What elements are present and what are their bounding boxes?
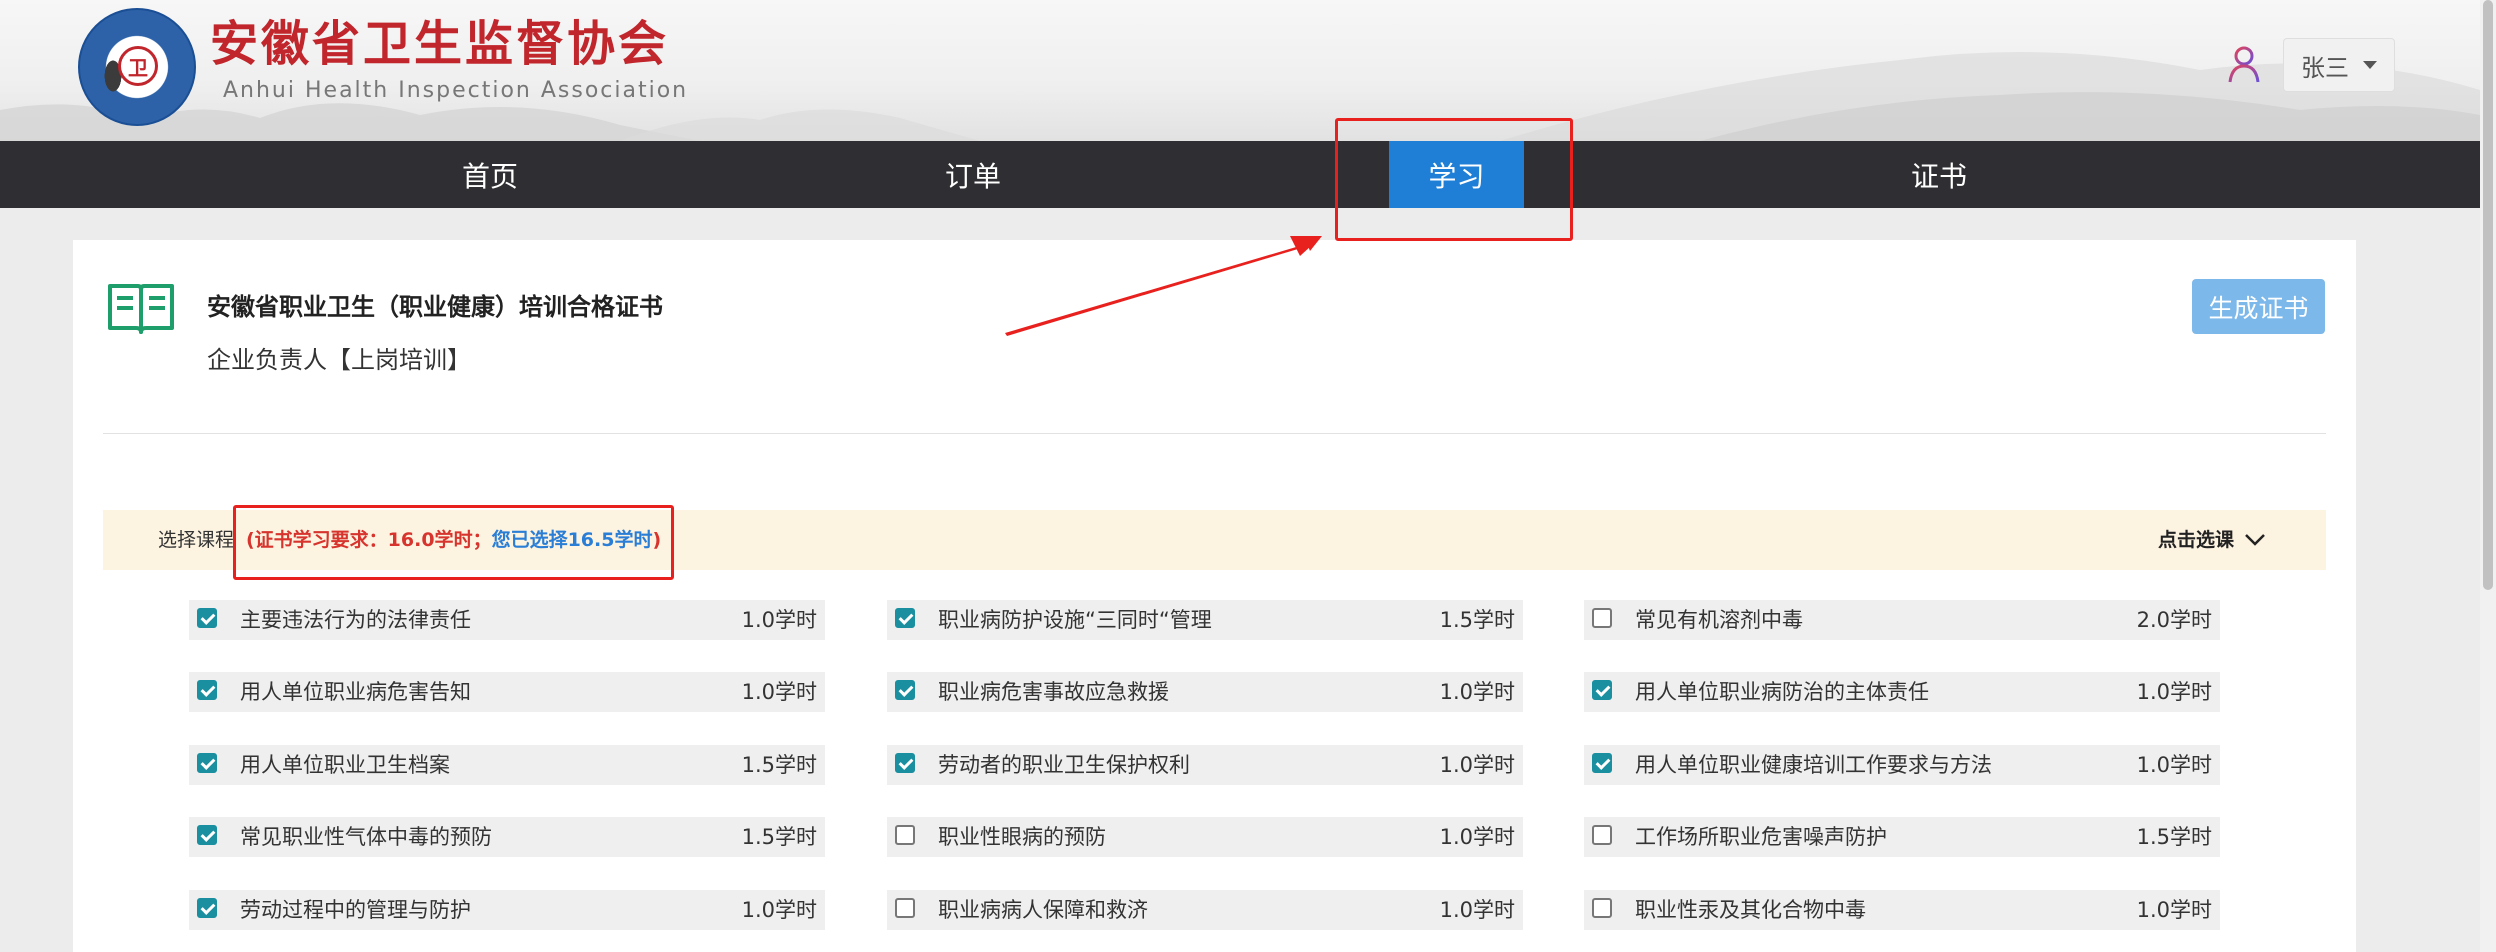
nav-certificates[interactable]: 证书 — [1899, 141, 1979, 208]
user-icon[interactable] — [2226, 44, 2262, 84]
course-hours: 1.0学时 — [741, 608, 817, 632]
nav-orders[interactable]: 订单 — [933, 141, 1013, 208]
course-checkbox[interactable] — [197, 608, 217, 628]
course-checkbox[interactable] — [1592, 753, 1612, 773]
course-checkbox[interactable] — [895, 608, 915, 628]
select-course-label: 选择课程 — [158, 529, 235, 551]
annotation-box-requirement — [233, 505, 674, 580]
seal-emblem: 卫 — [118, 46, 158, 86]
certificate-subtitle: 企业负责人【上岗培训】 — [207, 346, 471, 374]
course-hours: 1.5学时 — [2136, 825, 2212, 849]
course-name: 用人单位职业病防治的主体责任 — [1635, 680, 1929, 704]
course-item[interactable]: 用人单位职业卫生档案 1.5学时 — [189, 745, 825, 785]
user-name: 张三 — [2301, 53, 2349, 82]
course-checkbox[interactable] — [895, 825, 915, 845]
course-checkbox[interactable] — [895, 753, 915, 773]
course-hours: 2.0学时 — [2136, 608, 2212, 632]
course-hours: 1.0学时 — [741, 680, 817, 704]
course-hours: 1.0学时 — [741, 898, 817, 922]
nav-home[interactable]: 首页 — [450, 141, 530, 208]
course-name: 职业病危害事故应急救援 — [938, 680, 1169, 704]
course-item[interactable]: 职业病危害事故应急救援 1.0学时 — [887, 672, 1523, 712]
annotation-box-nav — [1335, 118, 1573, 241]
course-item[interactable]: 劳动者的职业卫生保护权利 1.0学时 — [887, 745, 1523, 785]
course-checkbox[interactable] — [197, 898, 217, 918]
course-checkbox[interactable] — [1592, 825, 1612, 845]
org-name-cn: 安徽省卫生监督协会 — [210, 16, 670, 72]
chevron-down-icon — [2245, 534, 2265, 546]
course-item[interactable]: 职业病病人保障和救济 1.0学时 — [887, 890, 1523, 930]
course-item[interactable]: 用人单位职业病危害告知 1.0学时 — [189, 672, 825, 712]
org-name-en: Anhui Health Inspection Association — [223, 78, 689, 103]
course-item[interactable]: 常见有机溶剂中毒 2.0学时 — [1584, 600, 2220, 640]
scrollbar-thumb[interactable] — [2483, 0, 2493, 590]
course-name: 职业性汞及其化合物中毒 — [1635, 898, 1866, 922]
course-hours: 1.0学时 — [1439, 825, 1515, 849]
course-hours: 1.0学时 — [2136, 680, 2212, 704]
course-name: 职业病防护设施“三同时“管理 — [938, 608, 1212, 632]
course-name: 工作场所职业危害噪声防护 — [1635, 825, 1887, 849]
course-item[interactable]: 用人单位职业健康培训工作要求与方法 1.0学时 — [1584, 745, 2220, 785]
course-name: 用人单位职业卫生档案 — [240, 753, 450, 777]
course-checkbox[interactable] — [197, 753, 217, 773]
course-item[interactable]: 劳动过程中的管理与防护 1.0学时 — [189, 890, 825, 930]
caret-down-icon — [2363, 61, 2377, 69]
course-hours: 1.0学时 — [1439, 753, 1515, 777]
open-book-icon — [108, 284, 174, 334]
course-name: 常见职业性气体中毒的预防 — [240, 825, 492, 849]
course-item[interactable]: 职业性眼病的预防 1.0学时 — [887, 817, 1523, 857]
course-name: 职业性眼病的预防 — [938, 825, 1106, 849]
course-checkbox[interactable] — [197, 825, 217, 845]
course-hours: 1.0学时 — [2136, 753, 2212, 777]
course-item[interactable]: 职业性汞及其化合物中毒 1.0学时 — [1584, 890, 2220, 930]
site-header: 卫 安徽省卫生监督协会 Anhui Health Inspection Asso… — [0, 0, 2480, 141]
course-checkbox[interactable] — [1592, 680, 1612, 700]
course-hours: 1.5学时 — [741, 753, 817, 777]
course-item[interactable]: 用人单位职业病防治的主体责任 1.0学时 — [1584, 672, 2220, 712]
course-name: 常见有机溶剂中毒 — [1635, 608, 1803, 632]
main-nav: 首页 订单 学习 证书 — [0, 141, 2480, 208]
course-item[interactable]: 工作场所职业危害噪声防护 1.5学时 — [1584, 817, 2220, 857]
course-checkbox[interactable] — [1592, 898, 1612, 918]
course-name: 劳动者的职业卫生保护权利 — [938, 753, 1190, 777]
course-hours: 1.5学时 — [741, 825, 817, 849]
section-divider — [103, 433, 2326, 434]
course-item[interactable]: 职业病防护设施“三同时“管理 1.5学时 — [887, 600, 1523, 640]
course-hours: 1.0学时 — [1439, 898, 1515, 922]
course-item[interactable]: 常见职业性气体中毒的预防 1.5学时 — [189, 817, 825, 857]
course-name: 职业病病人保障和救济 — [938, 898, 1148, 922]
certificate-title: 安徽省职业卫生（职业健康）培训合格证书 — [207, 293, 663, 321]
user-menu-button[interactable]: 张三 — [2283, 38, 2395, 92]
course-checkbox[interactable] — [895, 680, 915, 700]
course-checkbox[interactable] — [1592, 608, 1612, 628]
course-hours: 1.0学时 — [1439, 680, 1515, 704]
association-seal-logo[interactable]: 卫 — [78, 8, 196, 126]
course-name: 用人单位职业病危害告知 — [240, 680, 471, 704]
course-hours: 1.0学时 — [2136, 898, 2212, 922]
course-checkbox[interactable] — [895, 898, 915, 918]
choose-courses-label: 点击选课 — [2158, 529, 2235, 551]
choose-courses-button[interactable]: 点击选课 — [2158, 525, 2266, 555]
course-item[interactable]: 主要违法行为的法律责任 1.0学时 — [189, 600, 825, 640]
course-name: 用人单位职业健康培训工作要求与方法 — [1635, 753, 1992, 777]
course-name: 劳动过程中的管理与防护 — [240, 898, 471, 922]
course-hours: 1.5学时 — [1439, 608, 1515, 632]
course-checkbox[interactable] — [197, 680, 217, 700]
generate-certificate-button[interactable]: 生成证书 — [2192, 279, 2325, 334]
course-name: 主要违法行为的法律责任 — [240, 608, 471, 632]
